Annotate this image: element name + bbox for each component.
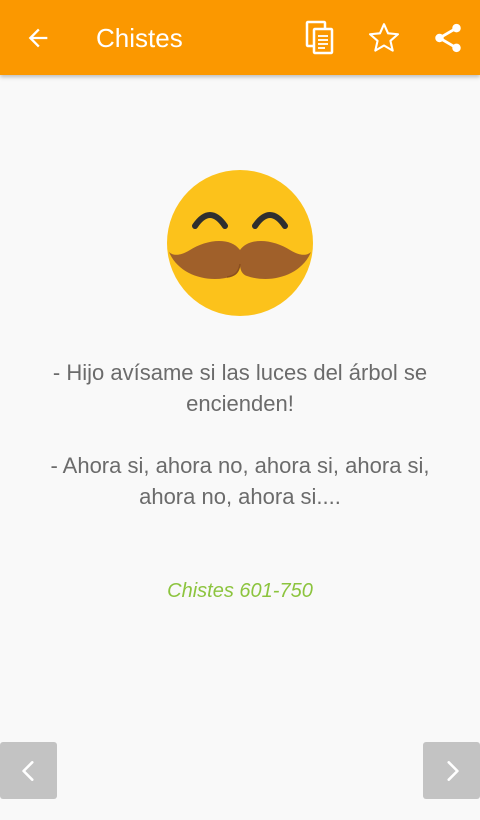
- page-title: Chistes: [96, 23, 183, 53]
- chevron-right-icon: [446, 760, 459, 781]
- category-link[interactable]: Chistes 601-750: [0, 578, 480, 604]
- back-button[interactable]: [22, 22, 54, 54]
- share-icon: [435, 23, 461, 53]
- next-button[interactable]: [423, 742, 480, 799]
- app-bar: Chistes: [0, 0, 480, 75]
- arrow-back-icon: [28, 28, 48, 48]
- joke-content: - Hijo avísame si las luces del árbol se…: [0, 75, 480, 820]
- joke-line-question: - Hijo avísame si las luces del árbol se…: [52, 360, 428, 416]
- joke-line-answer: - Ahora si, ahora no, ahora si, ahora si…: [50, 453, 430, 509]
- share-button[interactable]: [429, 19, 467, 57]
- copy-button[interactable]: [301, 19, 339, 57]
- copy-icon: [305, 20, 334, 55]
- chevron-left-icon: [21, 760, 34, 781]
- previous-button[interactable]: [0, 742, 57, 799]
- mustache-smile-emoji: [167, 170, 313, 316]
- star-outline-icon: [369, 23, 399, 52]
- joke-text: - Hijo avísame si las luces del árbol se…: [24, 357, 456, 512]
- favorite-button[interactable]: [365, 19, 403, 57]
